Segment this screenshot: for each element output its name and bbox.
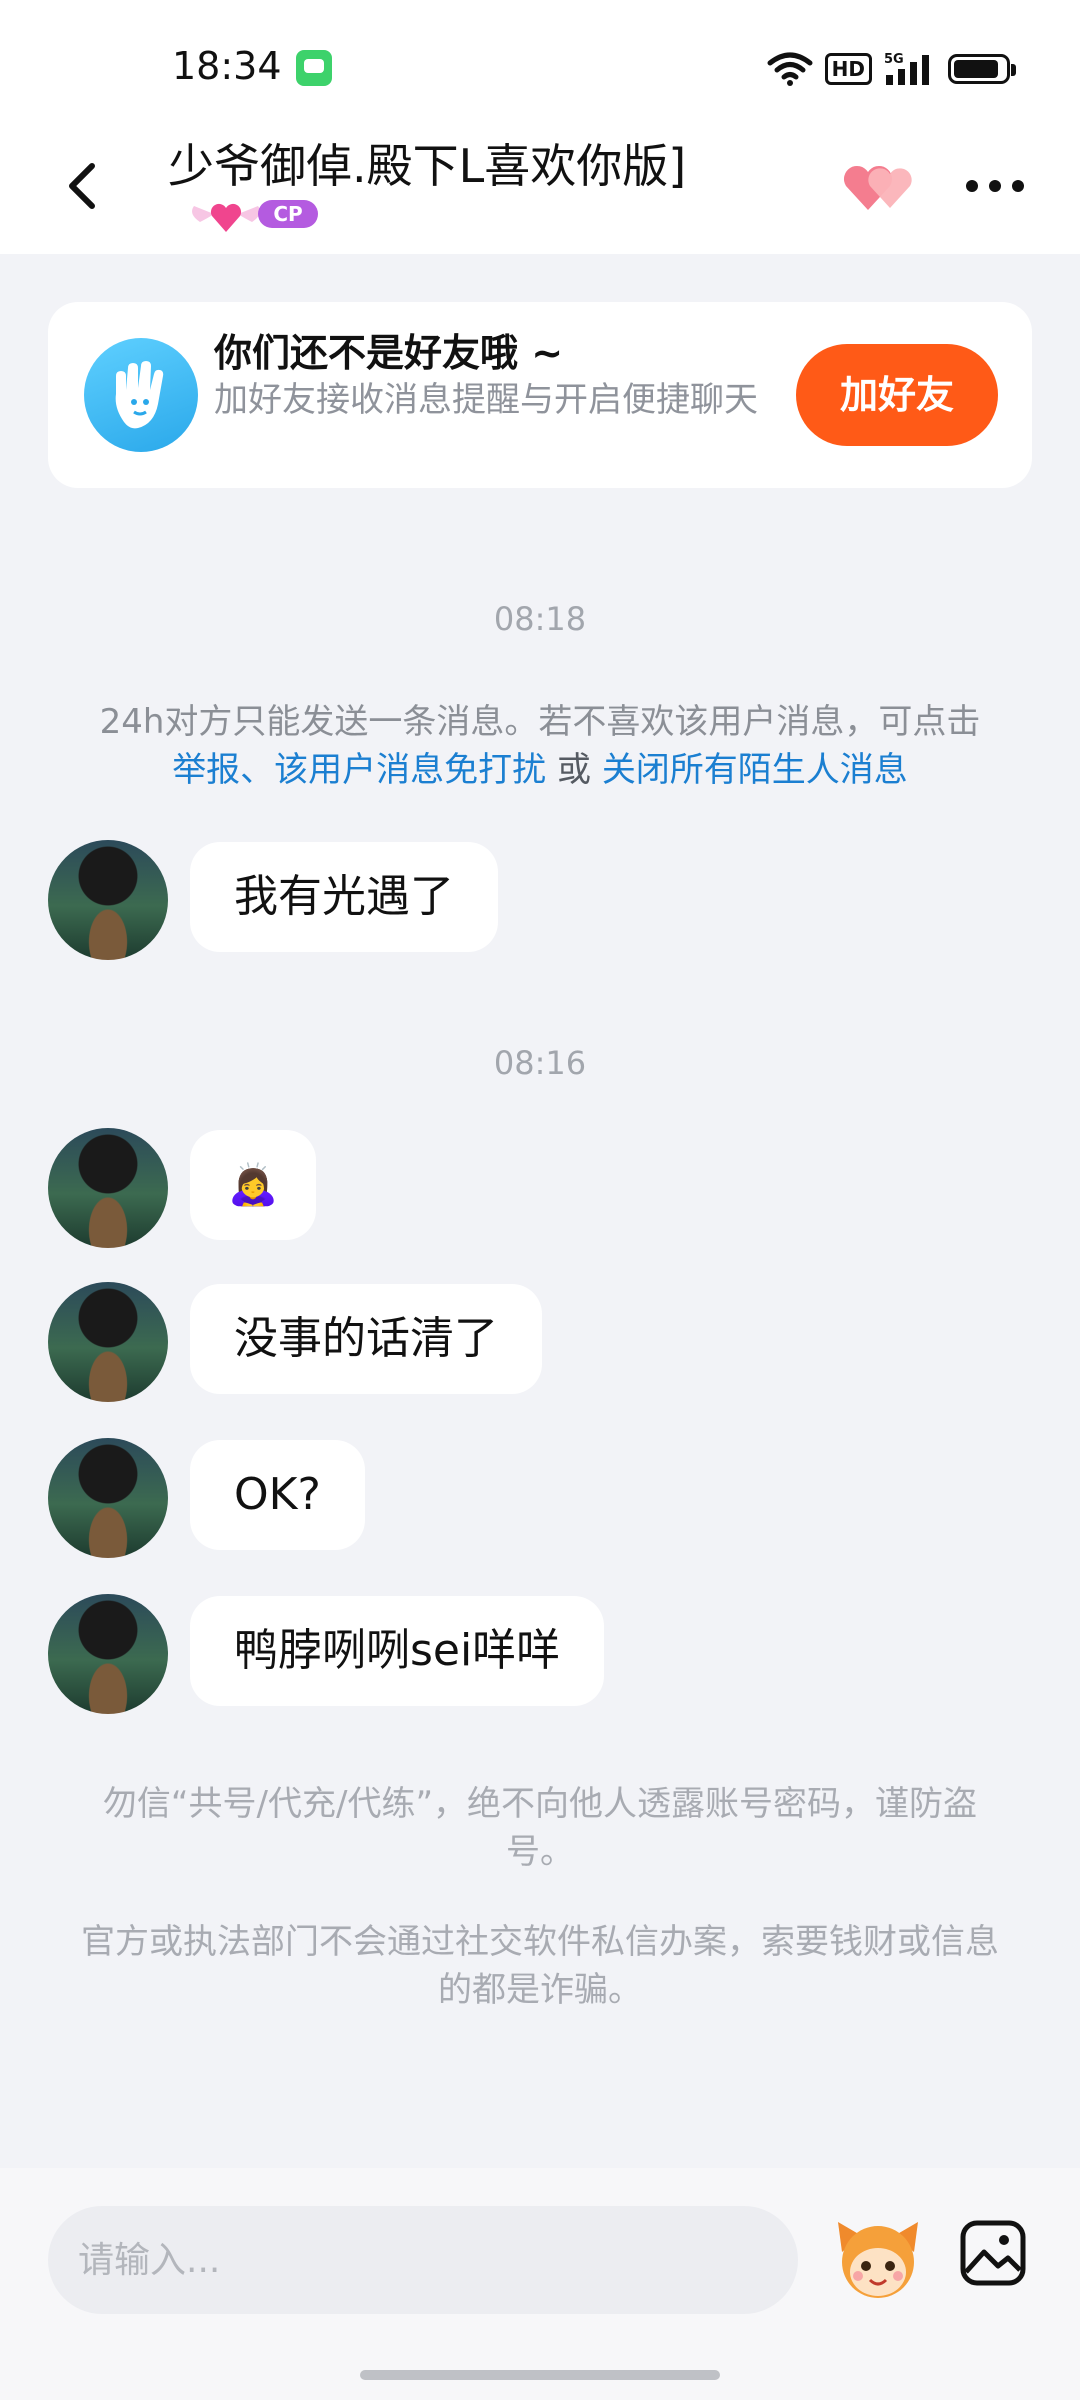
wifi-icon <box>767 52 813 86</box>
winged-heart-icon <box>192 203 260 232</box>
message-input[interactable] <box>48 2206 798 2314</box>
message-bubble[interactable]: 没事的话清了 <box>190 1284 542 1394</box>
timestamp: 08:18 <box>493 600 587 638</box>
hd-icon: HD <box>824 53 872 85</box>
friend-banner-title: 你们还不是好友哦 ~ <box>214 331 564 375</box>
message-app-icon <box>296 50 332 86</box>
status-bar: 18:34 HD 5G <box>0 0 1080 130</box>
chat-header: 少爷御倬.殿下L喜欢你版] CP <box>0 130 1080 254</box>
add-friend-banner: 你们还不是好友哦 ~ 加好友接收消息提醒与开启便捷聊天 加好友 <box>48 302 1032 488</box>
sender-avatar[interactable] <box>48 1438 168 1558</box>
emoji-message-bubble[interactable]: 🙇‍♀️ <box>190 1130 316 1240</box>
cp-label: CP <box>258 200 318 228</box>
fraud-warning: 官方或执法部门不会通过社交软件私信办案，索要钱财或信息的都是诈骗。 <box>81 1922 999 2010</box>
svg-text:5G: 5G <box>884 52 904 67</box>
message-bubble[interactable]: OK? <box>190 1440 365 1550</box>
status-time: 18:34 <box>172 44 282 88</box>
account-safety-warning: 勿信“共号/代充/代练”，绝不向他人透露账号密码，谨防盗号。 <box>102 1784 978 1872</box>
notice-or-text: 或 <box>546 750 602 790</box>
image-icon <box>960 2220 1026 2286</box>
cp-badge[interactable]: CP <box>186 192 330 236</box>
friend-banner-subtitle: 加好友接收消息提醒与开启便捷聊天 <box>214 380 758 420</box>
intimacy-hearts-button[interactable] <box>838 152 918 222</box>
sender-avatar[interactable] <box>48 1282 168 1402</box>
emoji-mascot-button[interactable] <box>832 2212 924 2304</box>
sender-avatar[interactable] <box>48 1128 168 1248</box>
signal-5g-icon: 5G <box>884 52 929 85</box>
message-bubble[interactable]: 鸭脖咧咧sei咩咩 <box>190 1596 605 1706</box>
home-indicator[interactable] <box>360 2370 720 2380</box>
chat-title[interactable]: 少爷御倬.殿下L喜欢你版] <box>168 130 686 196</box>
wave-hand-icon <box>84 338 198 452</box>
timestamp: 08:16 <box>493 1044 587 1082</box>
notice-text: 24h对方只能发送一条消息。若不喜欢该用户消息，可点击 <box>99 702 981 742</box>
battery-icon <box>948 54 1016 84</box>
sender-avatar[interactable] <box>48 1594 168 1714</box>
add-friend-button[interactable]: 加好友 <box>796 344 998 446</box>
mascot-emoji-icon <box>838 2222 918 2298</box>
report-mute-link[interactable]: 举报、该用户消息免打扰 <box>172 750 546 790</box>
stranger-message-notice: 24h对方只能发送一条消息。若不喜欢该用户消息，可点击 举报、该用户消息免打扰 … <box>40 698 1040 794</box>
message-bubble[interactable]: 我有光遇了 <box>190 842 498 952</box>
image-picker-button[interactable] <box>958 2218 1028 2288</box>
hearts-icon <box>843 165 912 210</box>
status-icons: HD 5G <box>767 48 1016 90</box>
back-arrow-icon <box>69 163 95 209</box>
more-button[interactable] <box>960 156 1030 216</box>
sender-avatar[interactable] <box>48 840 168 960</box>
close-stranger-messages-link[interactable]: 关闭所有陌生人消息 <box>602 750 908 790</box>
back-button[interactable] <box>50 150 120 220</box>
input-bar <box>0 2168 1080 2400</box>
more-dots-icon <box>966 180 1024 192</box>
